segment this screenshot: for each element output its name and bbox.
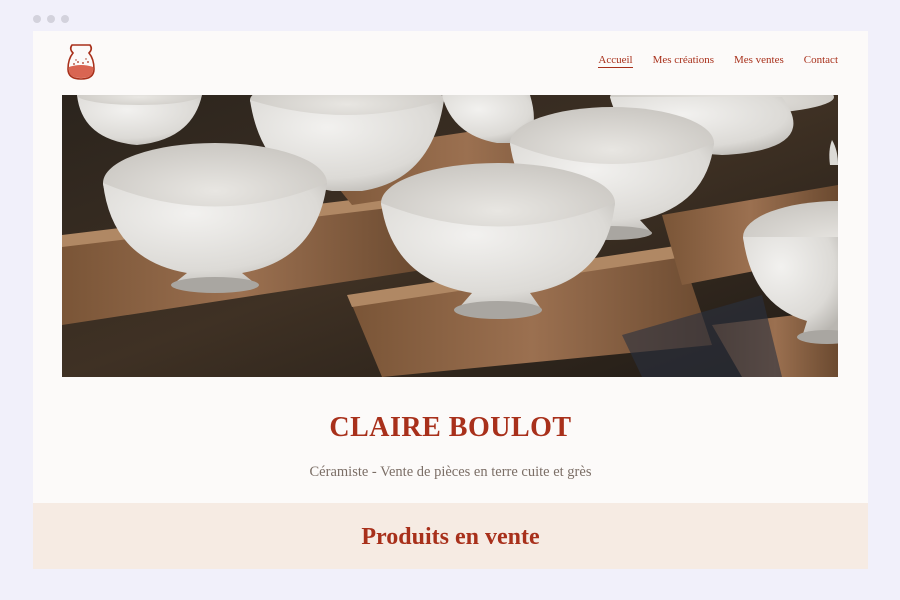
nav-item-contact[interactable]: Contact xyxy=(804,54,838,68)
products-section: Produits en vente xyxy=(33,503,868,569)
nav-item-mes-ventes[interactable]: Mes ventes xyxy=(734,54,784,68)
hero-image xyxy=(62,95,838,377)
page-title: CLAIRE BOULOT xyxy=(329,412,572,443)
vase-icon[interactable] xyxy=(66,43,96,81)
window-control-dot xyxy=(47,15,55,23)
main-nav: Accueil Mes créations Mes ventes Contact xyxy=(598,54,838,68)
bowls-photo xyxy=(62,95,838,377)
browser-window: Accueil Mes créations Mes ventes Contact xyxy=(33,31,868,569)
nav-item-mes-creations[interactable]: Mes créations xyxy=(653,54,714,68)
window-control-dot xyxy=(33,15,41,23)
products-title: Produits en vente xyxy=(361,524,540,550)
page-subtitle: Céramiste - Vente de pièces en terre cui… xyxy=(309,464,592,480)
window-control-dot xyxy=(61,15,69,23)
nav-item-accueil[interactable]: Accueil xyxy=(598,54,633,68)
window-controls xyxy=(33,15,69,23)
